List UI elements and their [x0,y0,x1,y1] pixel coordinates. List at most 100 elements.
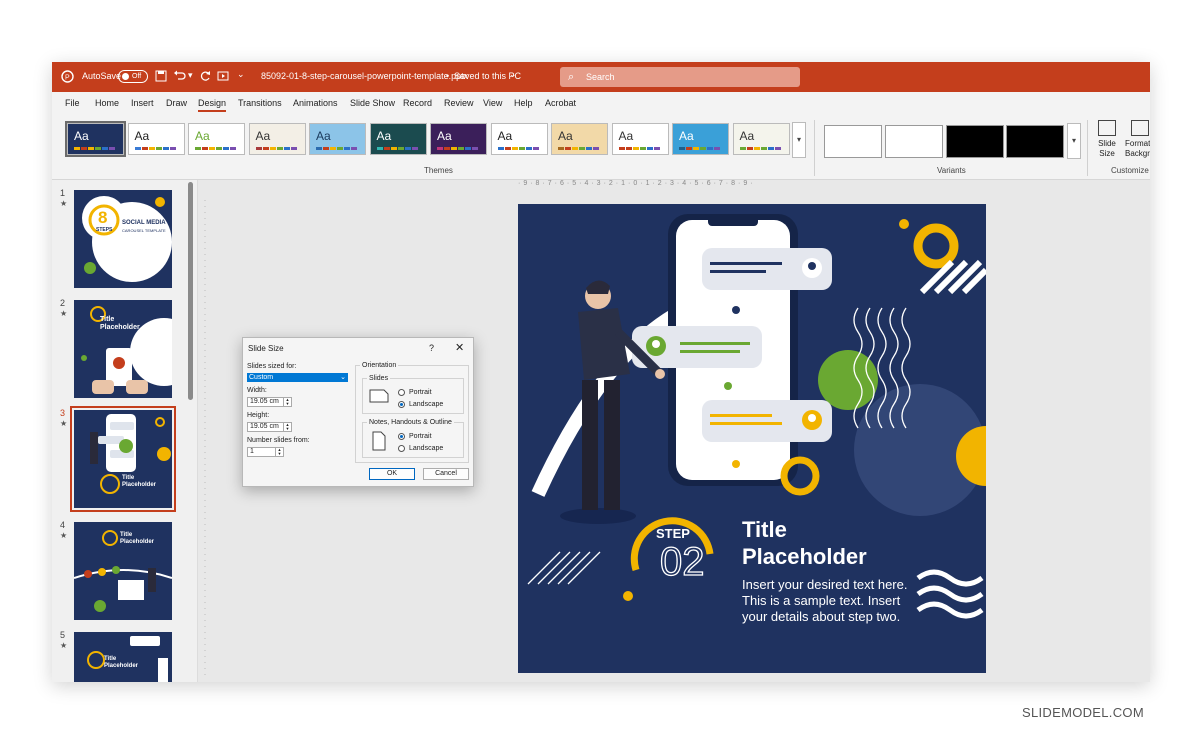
tab-draw[interactable]: Draw [166,98,187,108]
slide-thumbnail-4[interactable]: Title Placeholder [74,522,172,620]
thumbnail-3-title: Title Placeholder [122,475,157,488]
menu-bar: File Home Insert Draw Design Transitions… [52,92,1150,114]
theme-swatch [397,147,404,150]
variants-more-button[interactable]: ▾ [1067,123,1081,159]
search-box[interactable]: ⌕ Search [560,67,800,87]
theme-swatch [497,147,504,150]
thumbnail-1-subtitle: CAROUSEL TEMPLATE [122,228,166,233]
theme-sample-text: Aa [618,129,634,143]
theme-option[interactable]: Aa [309,123,366,155]
save-status-chevron-icon[interactable]: ⌄ [509,69,517,80]
theme-swatch [404,147,411,150]
chevron-down-icon: ⌄ [340,374,346,381]
theme-sample-text: Aa [739,129,755,143]
slide-body-line1: Insert your desired text here. [742,577,908,592]
theme-swatch [262,147,269,150]
autosave-label: AutoSave [82,71,122,81]
redo-icon[interactable] [199,70,211,82]
height-input[interactable]: 19.05 cm ▲ ▼ [247,422,292,432]
undo-icon[interactable] [173,70,187,82]
tab-slide-show[interactable]: Slide Show [350,98,395,108]
slide-landscape-icon [369,389,389,403]
slide-thumbnail-2[interactable]: Title Placeholder [74,300,172,398]
number-from-input[interactable]: 1 ▲ ▼ [247,447,284,457]
autosave-toggle[interactable]: Off [118,70,148,83]
step-label: STEP [656,526,690,541]
variant-1[interactable] [824,125,882,158]
help-icon[interactable]: ? [429,343,434,353]
tab-review[interactable]: Review [444,98,474,108]
theme-option[interactable]: Aa [127,123,185,155]
tab-design[interactable]: Design [198,98,227,112]
slide-title-line2: Placeholder [742,544,867,569]
theme-option[interactable]: Aa [188,123,245,155]
theme-swatch [88,147,94,150]
theme-color-swatches [437,147,478,150]
theme-option[interactable]: Aa [672,123,729,155]
slide-thumbnail-1[interactable]: 8 STEPS SOCIAL MEDIA CAROUSEL TEMPLATE [74,190,172,288]
width-input[interactable]: 19.05 cm ▲ ▼ [247,397,292,407]
theme-option[interactable]: Aa [490,123,548,155]
tab-view[interactable]: View [483,98,502,108]
thumbnail-scrollbar[interactable] [187,180,194,480]
notes-portrait-radio[interactable] [398,433,405,440]
tab-acrobat[interactable]: Acrobat [545,98,576,108]
slides-portrait-radio[interactable] [398,389,405,396]
theme-sample-text: Aa [134,129,150,143]
slide-size-button[interactable]: Slide Size [1092,120,1122,159]
thumbnail-5-title: Title Placeholder [104,656,139,669]
current-slide-canvas[interactable]: STEP 02 Title Placeholder Insert your de… [518,204,986,673]
theme-option[interactable]: Aa [369,123,427,155]
ok-button[interactable]: OK [369,468,415,480]
notes-landscape-radio[interactable] [398,445,405,452]
variant-4[interactable] [1006,125,1064,158]
scrollbar-thumb[interactable] [188,182,193,400]
slide-body-line2: This is a sample text. Insert [742,593,901,608]
thumbnail-1-steps: STEPS [96,227,113,233]
number-spinner-icon[interactable]: ▲ ▼ [275,448,283,456]
tab-record[interactable]: Record [403,98,432,108]
theme-color-swatches [255,147,297,150]
cancel-button[interactable]: Cancel [423,468,469,480]
theme-swatch [753,147,760,150]
variant-2[interactable] [885,125,943,158]
from-beginning-icon[interactable] [217,70,229,82]
thumbnail-1-art [74,190,172,288]
customize-qat-icon[interactable]: ⌄ [237,69,245,80]
format-background-button[interactable]: Format Background [1125,120,1150,159]
undo-dropdown-icon[interactable]: ▾ [188,70,193,81]
width-spinner-icon[interactable]: ▲ ▼ [283,398,291,406]
width-value: 19.05 cm [250,398,279,405]
tab-help[interactable]: Help [514,98,533,108]
height-value: 19.05 cm [250,423,279,430]
height-spinner-icon[interactable]: ▲ ▼ [283,423,291,431]
theme-option[interactable]: Aa [732,123,790,155]
step-number: 02 [659,539,705,584]
sized-for-select[interactable]: Custom ⌄ [247,373,348,382]
theme-swatch [323,147,329,150]
tab-file[interactable]: File [65,98,80,108]
slides-landscape-radio[interactable] [398,401,405,408]
theme-sample-text: Aa [679,129,694,143]
tab-insert[interactable]: Insert [131,98,154,108]
theme-option[interactable]: Aa [248,123,306,155]
tab-transitions[interactable]: Transitions [238,98,282,108]
theme-option[interactable]: Aa [65,121,126,157]
tab-animations[interactable]: Animations [293,98,338,108]
theme-color-swatches [679,147,720,150]
save-icon[interactable] [155,70,167,82]
theme-option[interactable]: Aa [611,123,669,155]
theme-swatch [472,147,478,150]
tab-home[interactable]: Home [95,98,119,108]
theme-option[interactable]: Aa [430,123,487,155]
notes-portrait-label: Portrait [409,433,432,440]
variant-3[interactable] [946,125,1004,158]
theme-swatch [81,147,87,150]
slide-thumbnail-5[interactable]: Title Placeholder [74,632,172,682]
theme-swatch [693,147,699,150]
slide-thumbnail-3[interactable]: Title Placeholder [70,406,176,512]
themes-more-button[interactable]: ▾ [792,122,806,158]
close-icon[interactable]: ✕ [455,341,464,354]
theme-swatch [316,147,322,150]
theme-option[interactable]: Aa [551,123,608,155]
